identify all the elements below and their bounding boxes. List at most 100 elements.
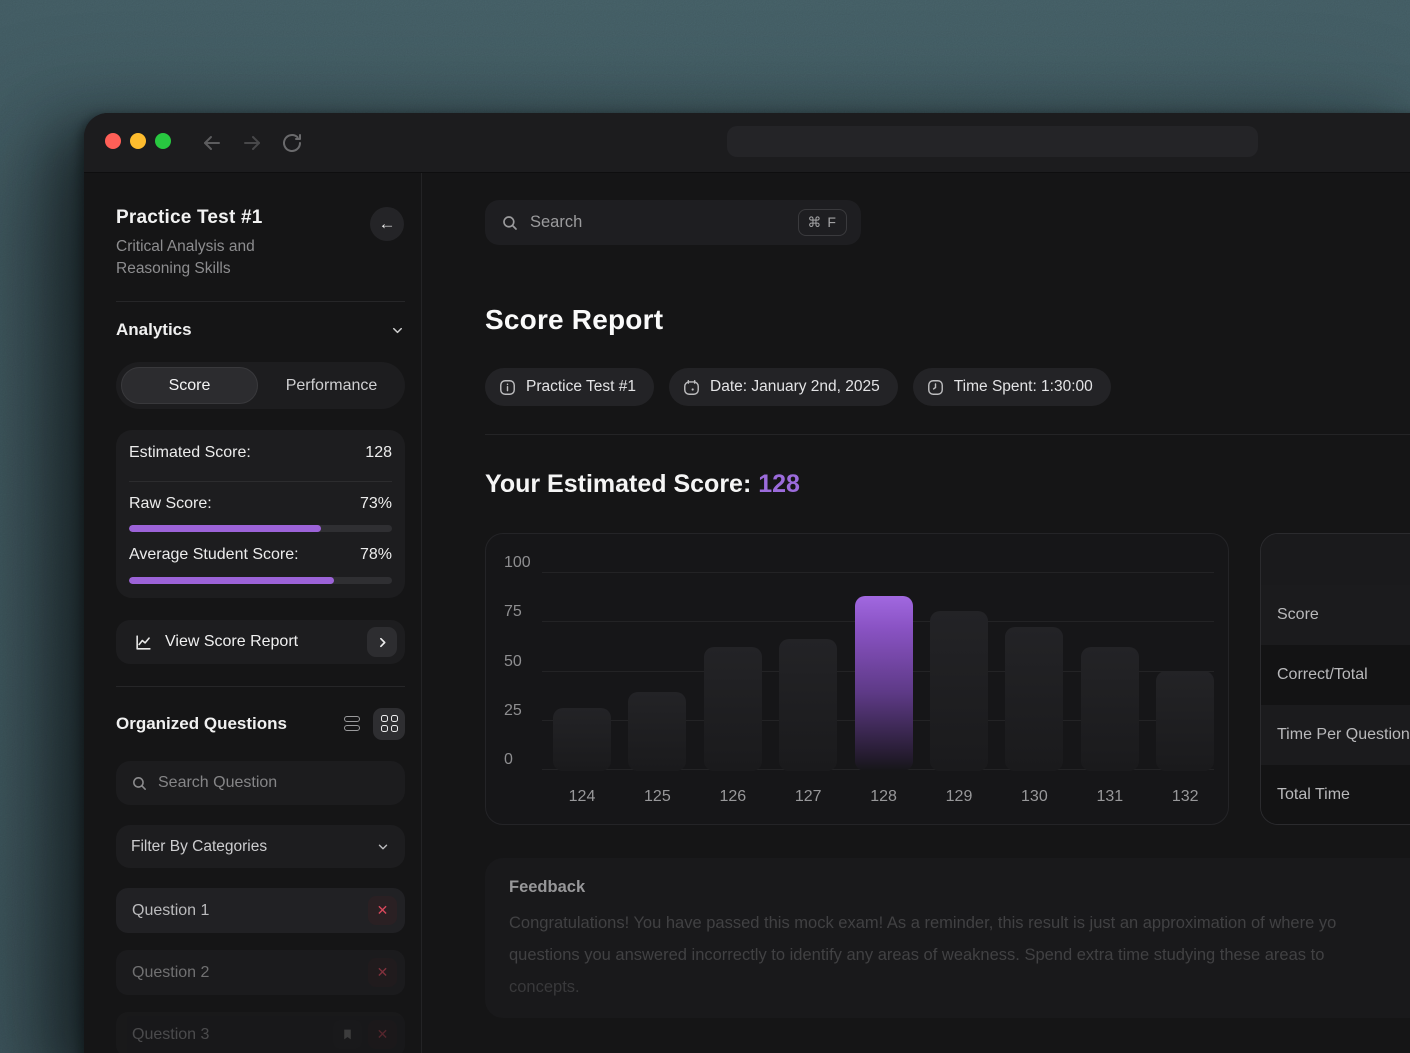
bookmark-icon[interactable] [333,1020,362,1049]
y-axis-tick: 0 [486,751,532,769]
x-axis-tick: 128 [855,788,913,806]
x-axis-tick: 129 [930,788,988,806]
y-axis-tick: 75 [486,603,532,621]
analytics-section-header[interactable]: Analytics [116,320,405,340]
raw-score-progress-fill [129,525,321,532]
bar-129[interactable] [930,611,988,771]
question-label: Question 2 [132,964,368,982]
x-axis-tick: 132 [1156,788,1214,806]
chip-label: Date: January 2nd, 2025 [710,378,880,396]
arrow-left-icon: ← [379,214,396,234]
question-item-3[interactable]: Question 3 ✕ [116,1012,405,1053]
clock-icon [926,378,945,397]
stats-table-header [1261,534,1410,585]
raw-score-row: Raw Score: 73% [129,495,392,513]
collapse-sidebar-button[interactable]: ← [370,207,404,241]
avg-score-progress-fill [129,577,334,584]
view-score-report-button[interactable]: View Score Report [116,620,405,664]
table-row-time-per-question: Time Per Question [1261,705,1410,765]
reload-icon[interactable] [280,131,304,155]
filter-by-categories-select[interactable]: Filter By Categories [116,825,405,868]
list-view-icon [344,716,360,731]
y-axis-tick: 50 [486,653,532,671]
question-item-2[interactable]: Question 2 ✕ [116,950,405,995]
feedback-line: questions you answered incorrectly to id… [509,939,1410,971]
sidebar: Practice Test #1 Critical Analysis and R… [84,173,422,1053]
y-axis-tick: 25 [486,702,532,720]
bar-130[interactable] [1005,627,1063,771]
browser-window: Practice Test #1 Critical Analysis and R… [84,113,1410,1053]
raw-score-label: Raw Score: [129,495,212,513]
chevron-down-icon [376,840,390,854]
divider [116,686,405,687]
feedback-line: Congratulations! You have passed this mo… [509,907,1410,939]
divider [116,301,405,302]
list-view-button[interactable] [336,708,368,740]
avg-score-label: Average Student Score: [129,546,299,564]
bar-126[interactable] [704,647,762,771]
estimated-score-heading-label: Your Estimated Score: [485,470,751,498]
search-icon [131,775,148,792]
chip-label: Time Spent: 1:30:00 [954,378,1093,396]
grid-view-icon [381,715,398,732]
page-title: Score Report [485,304,663,336]
close-window-button[interactable] [105,133,121,149]
chevron-right-icon [367,627,397,657]
analytics-label: Analytics [116,320,192,340]
divider [129,481,392,482]
x-axis-tick: 131 [1081,788,1139,806]
estimated-score-row: Estimated Score: 128 [129,444,392,462]
incorrect-x-icon[interactable]: ✕ [368,958,397,987]
raw-score-progressbar [129,525,392,532]
x-axis-tick: 127 [779,788,837,806]
calendar-icon [682,378,701,397]
test-subtitle: Critical Analysis and Reasoning Skills [116,236,306,280]
table-row-total-time: Total Time [1261,765,1410,825]
organized-questions-header: Organized Questions [116,707,405,740]
y-axis-tick: 100 [486,554,532,572]
test-title: Practice Test #1 [116,207,263,229]
info-icon [498,378,517,397]
x-axis-tick: 126 [704,788,762,806]
bar-131[interactable] [1081,647,1139,771]
global-search-input[interactable]: Search ⌘ F [485,200,861,245]
organized-questions-label: Organized Questions [116,714,336,734]
estimated-score-heading: Your Estimated Score: 128 [485,470,800,499]
maximize-window-button[interactable] [155,133,171,149]
bar-132[interactable] [1156,671,1214,772]
estimated-score-heading-value: 128 [758,470,800,498]
table-row-score: Score [1261,585,1410,645]
x-axis-tick: 125 [628,788,686,806]
address-bar[interactable] [727,126,1258,157]
question-item-1[interactable]: Question 1 ✕ [116,888,405,933]
incorrect-x-icon[interactable]: ✕ [368,1020,397,1049]
search-question-placeholder: Search Question [158,774,277,792]
chip-label: Practice Test #1 [526,378,636,396]
shortcut-badge: ⌘ F [798,209,847,236]
score-distribution-chart: 1007550250124125126127128129130131132 [485,533,1229,825]
global-search-placeholder: Search [530,213,582,232]
meta-chips: Practice Test #1 Date: January 2nd, 2025… [485,368,1111,406]
incorrect-x-icon[interactable]: ✕ [368,896,397,925]
search-question-input[interactable]: Search Question [116,761,405,805]
x-axis-tick: 124 [553,788,611,806]
avg-score-row: Average Student Score: 78% [129,546,392,564]
view-score-report-label: View Score Report [165,633,298,651]
back-icon[interactable] [200,131,224,155]
chip-date: Date: January 2nd, 2025 [669,368,898,406]
tab-score[interactable]: Score [121,367,258,404]
tab-performance[interactable]: Performance [258,362,405,409]
feedback-title: Feedback [509,878,1410,897]
bar-125[interactable] [628,692,686,771]
bar-124[interactable] [553,708,611,771]
score-stats-card: Estimated Score: 128 Raw Score: 73% Aver… [116,430,405,598]
gridline [542,572,1214,573]
bar-127[interactable] [779,639,837,771]
chevron-down-icon [390,323,405,338]
bar-128[interactable] [855,596,913,771]
forward-icon[interactable] [240,131,264,155]
chip-time-spent: Time Spent: 1:30:00 [913,368,1111,406]
minimize-window-button[interactable] [130,133,146,149]
browser-chrome [84,113,1410,173]
grid-view-button[interactable] [373,708,405,740]
